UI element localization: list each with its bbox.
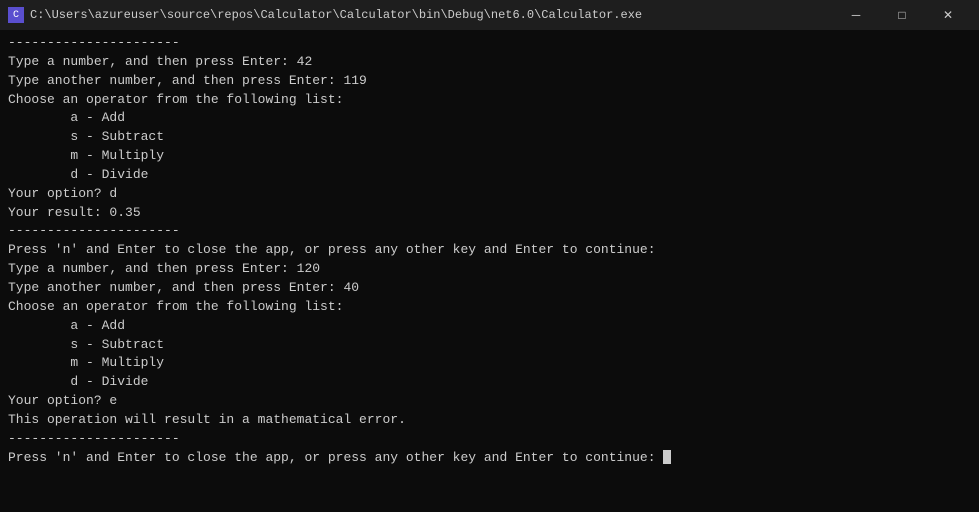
console-line: ----------------------: [8, 222, 971, 241]
console-line: This operation will result in a mathemat…: [8, 411, 971, 430]
maximize-button[interactable]: □: [879, 0, 925, 30]
minimize-button[interactable]: ─: [833, 0, 879, 30]
console-line: Type another number, and then press Ente…: [8, 279, 971, 298]
console-line: Press 'n' and Enter to close the app, or…: [8, 449, 971, 468]
close-button[interactable]: ✕: [925, 0, 971, 30]
console-line: d - Divide: [8, 166, 971, 185]
console-line: Type a number, and then press Enter: 42: [8, 53, 971, 72]
title-text: C:\Users\azureuser\source\repos\Calculat…: [30, 8, 642, 22]
console-line: Choose an operator from the following li…: [8, 298, 971, 317]
console-line: s - Subtract: [8, 336, 971, 355]
icon-letter: C: [13, 10, 19, 21]
console-line: Type another number, and then press Ente…: [8, 72, 971, 91]
console-output: ----------------------Type a number, and…: [0, 30, 979, 512]
cursor: [663, 450, 671, 464]
console-line: s - Subtract: [8, 128, 971, 147]
console-line: Your option? e: [8, 392, 971, 411]
console-line: Choose an operator from the following li…: [8, 91, 971, 110]
console-line: Your result: 0.35: [8, 204, 971, 223]
title-bar-left: C C:\Users\azureuser\source\repos\Calcul…: [8, 7, 642, 23]
console-line: d - Divide: [8, 373, 971, 392]
console-line: m - Multiply: [8, 147, 971, 166]
console-line: ----------------------: [8, 34, 971, 53]
console-line: Your option? d: [8, 185, 971, 204]
console-line: m - Multiply: [8, 354, 971, 373]
title-bar: C C:\Users\azureuser\source\repos\Calcul…: [0, 0, 979, 30]
window-controls: ─ □ ✕: [833, 0, 971, 30]
console-line: a - Add: [8, 109, 971, 128]
console-line: ----------------------: [8, 430, 971, 449]
console-line: Press 'n' and Enter to close the app, or…: [8, 241, 971, 260]
console-line: Type a number, and then press Enter: 120: [8, 260, 971, 279]
console-line: a - Add: [8, 317, 971, 336]
app-icon: C: [8, 7, 24, 23]
